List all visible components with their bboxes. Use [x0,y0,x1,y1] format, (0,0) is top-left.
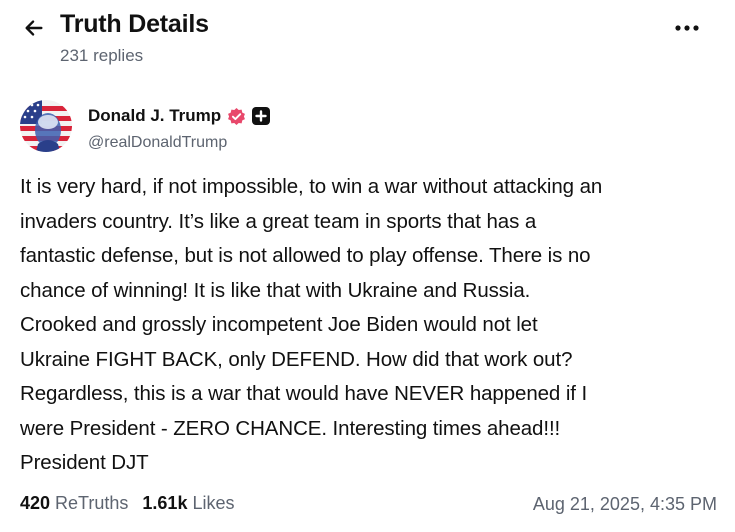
display-name[interactable]: Donald J. Trump [88,106,221,126]
post-body-line: fantastic defense, but is not allowed to… [20,244,591,267]
reply-count: 231 replies [60,46,144,65]
avatar[interactable] [20,100,72,152]
post-body-line: Crooked and grossly incompetent Joe Bide… [20,313,538,336]
retruths-stat[interactable]: 420 ReTruths [20,493,128,514]
post-body-line: were President - ZERO CHANCE. Interestin… [20,416,561,440]
post-body-line: invaders country. It’s like a great team… [20,209,537,233]
post-body-line: Regardless, this is a war that would hav… [20,382,588,405]
post-stats: 420 ReTruths 1.61k Likes [20,493,248,514]
post-timestamp: Aug 21, 2025, 4:35 PM [532,494,717,514]
post-author: Donald J. Trump @realDonaldTrump [20,100,710,156]
more-options-button[interactable] [671,16,703,40]
arrow-left-icon [25,20,43,36]
post-body-line: President DJT [20,451,149,474]
avatar-image [20,100,72,152]
plus-badge-icon [252,107,271,125]
more-horizontal-icon [675,25,699,31]
back-button[interactable] [18,12,50,44]
post-body-line: chance of winning! It is like that with … [20,278,531,302]
post-body-line: Ukraine FIGHT BACK, only DEFEND. How did… [20,347,573,371]
likes-stat[interactable]: 1.61k Likes [142,493,234,514]
header-bar: Truth Details 231 replies [0,0,735,80]
post-body: It is very hard, if not impossible, to w… [20,170,720,481]
likes-label: Likes [192,493,235,513]
post-body-line: It is very hard, if not impossible, to w… [20,175,603,198]
verified-badge-icon [228,107,246,125]
retruths-label: ReTruths [55,493,129,513]
page-title: Truth Details [60,10,209,38]
retruths-count: 420 [20,493,51,513]
likes-count: 1.61k [142,493,188,513]
author-handle[interactable]: @realDonaldTrump [88,134,227,152]
display-name-row: Donald J. Trump [88,106,271,126]
